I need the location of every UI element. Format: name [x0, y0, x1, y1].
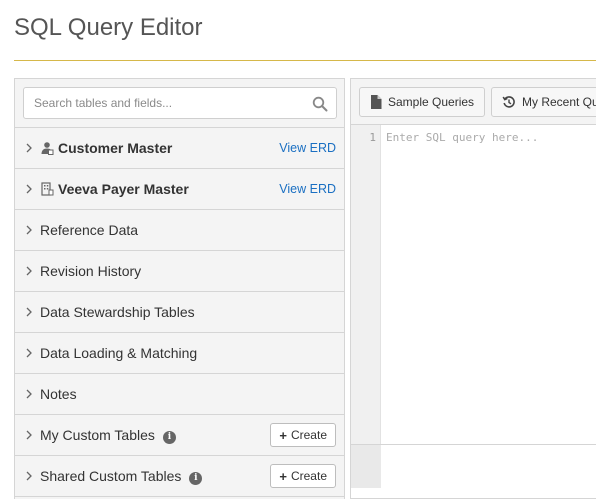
tree-item-label: Revision History — [40, 263, 142, 279]
tree-item-revision-history[interactable]: Revision History — [15, 251, 344, 292]
create-my-custom-table-button[interactable]: + Create — [270, 423, 336, 447]
view-erd-link[interactable]: View ERD — [279, 182, 336, 196]
search-icon[interactable] — [312, 96, 328, 112]
my-recent-queries-label: My Recent Queries — [522, 95, 596, 109]
title-divider — [14, 60, 596, 61]
tree-item-label: Customer Master — [58, 140, 173, 156]
chevron-right-icon[interactable] — [24, 429, 34, 441]
editor-footer — [351, 444, 596, 488]
chevron-right-icon[interactable] — [24, 347, 34, 359]
my-recent-queries-button[interactable]: My Recent Queries — [491, 87, 596, 117]
editor-toolbar: Sample Queries My Recent Queries — [351, 79, 596, 125]
table-tree: Customer Master View ERD Veeva Payer Mas… — [15, 127, 344, 497]
tree-item-data-loading-matching[interactable]: Data Loading & Matching — [15, 333, 344, 374]
search-input[interactable] — [24, 88, 336, 118]
table-browser-panel: Customer Master View ERD Veeva Payer Mas… — [14, 78, 345, 499]
info-icon[interactable]: i — [162, 431, 176, 444]
tree-item-reference-data[interactable]: Reference Data — [15, 210, 344, 251]
line-number-gutter: 1 — [351, 125, 381, 444]
view-erd-link[interactable]: View ERD — [279, 141, 336, 155]
tree-item-label: Veeva Payer Master — [58, 181, 189, 197]
tree-item-notes[interactable]: Notes — [15, 374, 344, 415]
sample-queries-label: Sample Queries — [388, 95, 475, 109]
line-number: 1 — [369, 131, 376, 144]
create-shared-custom-table-button[interactable]: + Create — [270, 464, 336, 488]
chevron-right-icon[interactable] — [24, 183, 34, 195]
create-button-label: Create — [290, 469, 327, 483]
history-icon — [502, 96, 515, 108]
tree-item-my-custom-tables[interactable]: My Custom Tables i + Create — [15, 415, 344, 456]
chevron-right-icon[interactable] — [24, 265, 34, 277]
sample-queries-button[interactable]: Sample Queries — [359, 87, 486, 117]
tree-item-label: Reference Data — [40, 222, 139, 238]
plus-icon: + — [279, 427, 287, 443]
chevron-right-icon[interactable] — [24, 142, 34, 154]
chevron-right-icon[interactable] — [24, 306, 34, 318]
tree-item-shared-custom-tables[interactable]: Shared Custom Tables i + Create — [15, 456, 344, 497]
plus-icon: + — [279, 468, 287, 484]
tree-item-label-text: Shared Custom Tables — [40, 468, 182, 484]
page-title: SQL Query Editor — [14, 14, 203, 41]
info-icon[interactable]: i — [189, 472, 203, 485]
sql-placeholder: Enter SQL query here... — [386, 131, 539, 144]
sql-code-input[interactable]: Enter SQL query here... — [381, 125, 596, 444]
person-icon — [41, 142, 54, 155]
tree-item-label: Notes — [40, 386, 77, 402]
tree-item-label: Data Loading & Matching — [40, 345, 198, 361]
tree-item-label: My Custom Tables i — [40, 427, 176, 444]
create-button-label: Create — [290, 428, 327, 442]
tree-item-data-stewardship-tables[interactable]: Data Stewardship Tables — [15, 292, 344, 333]
chevron-right-icon[interactable] — [24, 224, 34, 236]
tree-item-veeva-payer-master[interactable]: Veeva Payer Master View ERD — [15, 169, 344, 210]
document-icon — [371, 95, 382, 109]
tree-item-label: Shared Custom Tables i — [40, 468, 203, 485]
sql-editor-panel: Sample Queries My Recent Queries 1 Enter… — [350, 78, 596, 499]
chevron-right-icon[interactable] — [24, 388, 34, 400]
tree-item-customer-master[interactable]: Customer Master View ERD — [15, 128, 344, 169]
search-box[interactable] — [23, 87, 337, 119]
footer-gutter — [351, 445, 381, 488]
tree-item-label: Data Stewardship Tables — [40, 304, 195, 320]
chevron-right-icon[interactable] — [24, 470, 34, 482]
building-icon — [41, 182, 54, 196]
tree-item-label-text: My Custom Tables — [40, 427, 155, 443]
